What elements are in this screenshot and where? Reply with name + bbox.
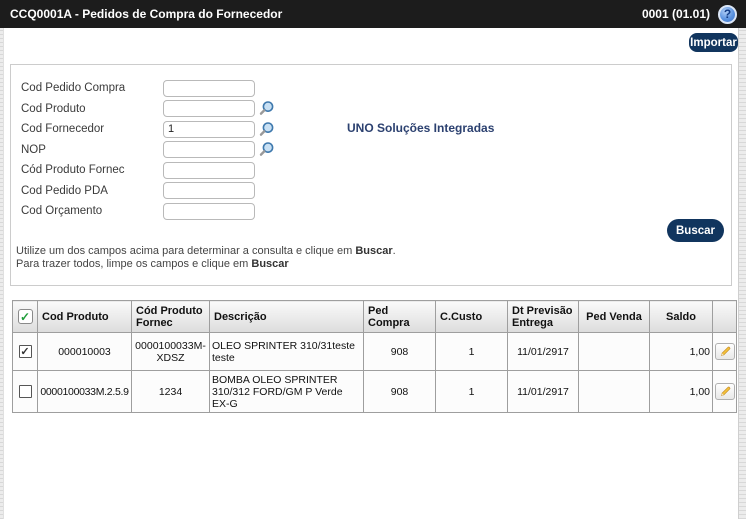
titlebar: CCQ0001A - Pedidos de Compra do Forneced… — [0, 0, 746, 28]
cell-descricao: OLEO SPRINTER 310/31teste teste — [209, 332, 364, 371]
cell-saldo: 1,00 — [649, 370, 713, 413]
cell-dt-previsao-entrega: 11/01/2917 — [507, 332, 579, 371]
cod-orcamento-input[interactable] — [163, 202, 255, 220]
cell-ped-compra: 908 — [363, 370, 436, 413]
select-all-checkbox[interactable] — [17, 309, 33, 324]
nop-label: NOP — [21, 143, 46, 156]
cod-produto-label: Cod Produto — [21, 102, 86, 115]
cell-cod-produto-fornec: 1234 — [131, 370, 210, 413]
magnifier-icon[interactable] — [258, 121, 275, 138]
cod-pedido-compra-label: Cod Pedido Compra — [21, 82, 126, 95]
pencil-icon — [720, 346, 730, 357]
vertical-scrollbar[interactable] — [738, 28, 746, 519]
header-ped-compra: Ped Compra — [363, 300, 436, 333]
cell-dt-previsao-entrega: 11/01/2917 — [507, 370, 579, 413]
field-row-cod-pedido-compra: Cod Pedido Compra — [11, 78, 731, 99]
table-header-row: Cod Produto Cód Produto Fornec Descrição… — [12, 300, 737, 333]
cell-c-custo: 1 — [435, 332, 508, 371]
pencil-icon — [720, 386, 730, 397]
importar-button[interactable]: Importar — [689, 33, 738, 52]
search-form: Cod Pedido Compra Cod Produto Cod Fornec… — [11, 65, 731, 222]
nop-input[interactable] — [163, 141, 255, 159]
search-hints: Utilize um dos campos acima para determi… — [16, 245, 396, 271]
cod-fornecedor-label: Cod Fornecedor — [21, 123, 105, 136]
brand-text: UNO Soluções Integradas — [347, 121, 495, 135]
header-descricao: Descrição — [209, 300, 364, 333]
cod-pedido-pda-label: Cod Pedido PDA — [21, 184, 108, 197]
cod-produto-input[interactable] — [163, 100, 255, 118]
header-cod-produto-fornec: Cód Produto Fornec — [131, 300, 210, 333]
cod-pedido-compra-input[interactable] — [163, 79, 255, 97]
header-ped-venda: Ped Venda — [578, 300, 650, 333]
cell-cod-produto-fornec: 0000100033M-XDSZ — [131, 332, 210, 371]
page-title: CCQ0001A - Pedidos de Compra do Forneced… — [10, 7, 283, 21]
cod-orcamento-label: Cod Orçamento — [21, 205, 103, 218]
cod-pedido-pda-input[interactable] — [163, 182, 255, 200]
field-row-cod-pedido-pda: Cod Pedido PDA — [11, 181, 731, 202]
field-row-cod-produto: Cod Produto — [11, 99, 731, 120]
version-label: 0001 (01.01) — [641, 7, 710, 21]
field-row-nop: NOP — [11, 140, 731, 161]
edit-row-button[interactable] — [715, 343, 735, 360]
help-icon[interactable]: ? — [718, 4, 737, 24]
field-row-cod-produto-fornec: Cód Produto Fornec — [11, 160, 731, 181]
magnifier-icon[interactable] — [258, 141, 275, 158]
cell-c-custo: 1 — [435, 370, 508, 413]
header-saldo: Saldo — [649, 300, 713, 333]
cod-produto-fornec-input[interactable] — [163, 161, 255, 179]
search-panel: Cod Pedido Compra Cod Produto Cod Fornec… — [10, 64, 732, 286]
cell-saldo: 1,00 — [649, 332, 713, 371]
hint-line-1: Utilize um dos campos acima para determi… — [16, 245, 396, 257]
header-actions — [712, 300, 737, 333]
cell-ped-venda — [578, 332, 650, 371]
buscar-button[interactable]: Buscar — [667, 219, 724, 242]
cell-ped-compra: 908 — [363, 332, 436, 371]
cell-cod-produto: 0000100033M.2.5.9 — [37, 370, 132, 413]
magnifier-icon[interactable] — [258, 100, 275, 117]
table-row: 0000100033M.2.5.9 1234 BOMBA OLEO SPRINT… — [12, 370, 737, 413]
cod-produto-fornec-label: Cód Produto Fornec — [21, 164, 125, 177]
results-table: Cod Produto Cód Produto Fornec Descrição… — [12, 300, 737, 413]
field-row-cod-orcamento: Cod Orçamento — [11, 201, 731, 222]
cell-ped-venda — [578, 370, 650, 413]
hint-line-2: Para trazer todos, limpe os campos e cli… — [16, 258, 289, 270]
row-checkbox[interactable] — [18, 345, 32, 358]
row-checkbox[interactable] — [18, 385, 32, 398]
table-row: 000010003 0000100033M-XDSZ OLEO SPRINTER… — [12, 332, 737, 371]
app-window: CCQ0001A - Pedidos de Compra do Forneced… — [0, 0, 746, 519]
cell-descricao: BOMBA OLEO SPRINTER 310/312 FORD/GM P Ve… — [209, 370, 364, 413]
cod-fornecedor-input[interactable] — [163, 120, 255, 138]
cell-cod-produto: 000010003 — [37, 332, 132, 371]
left-frame-edge — [0, 28, 4, 519]
header-cod-produto: Cod Produto — [37, 300, 132, 333]
header-c-custo: C.Custo — [435, 300, 508, 333]
edit-row-button[interactable] — [715, 383, 735, 400]
header-dt-previsao-entrega: Dt Previsão Entrega — [507, 300, 579, 333]
